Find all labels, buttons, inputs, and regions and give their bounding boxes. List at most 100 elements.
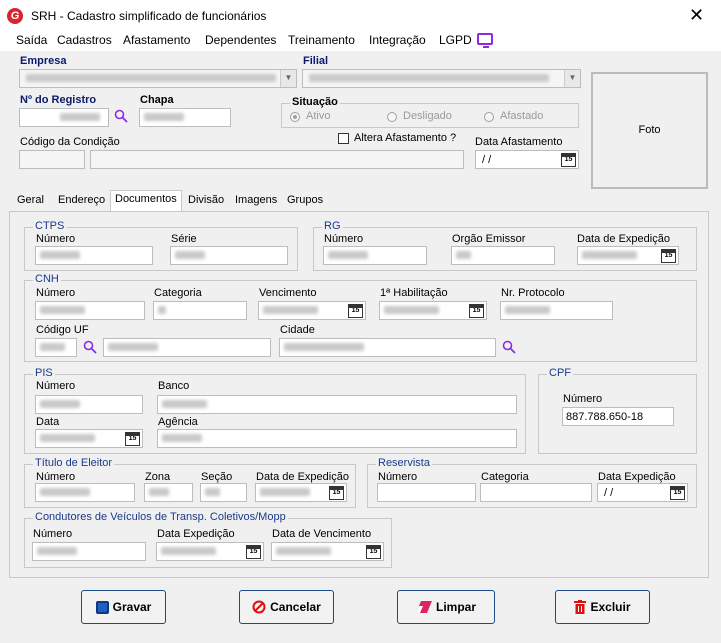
cancelar-button[interactable]: Cancelar	[239, 590, 334, 624]
titulo-numero-input[interactable]	[35, 483, 135, 502]
condutores-data-exp-input[interactable]: 15	[156, 542, 264, 561]
limpar-button[interactable]: Limpar	[397, 590, 495, 624]
calendar-icon[interactable]: 15	[125, 432, 140, 446]
close-icon[interactable]: ✕	[689, 5, 704, 25]
pis-banco-input[interactable]	[157, 395, 517, 414]
filial-combo[interactable]: ▼	[302, 69, 581, 88]
condutores-data-venc-label: Data de Vencimento	[272, 528, 372, 540]
menu-integracao[interactable]: Integração	[369, 33, 426, 47]
codigo-condicao-input[interactable]	[19, 150, 85, 169]
situacao-desligado-label: Desligado	[403, 110, 452, 122]
tab-imagens[interactable]: Imagens	[231, 192, 281, 211]
reservista-numero-input[interactable]	[377, 483, 476, 502]
rg-orgao-label: Orgão Emissor	[452, 233, 526, 245]
cnh-cidade-label: Cidade	[280, 324, 315, 336]
tab-grupos[interactable]: Grupos	[283, 192, 327, 211]
photo-box[interactable]: Foto	[591, 72, 708, 189]
menu-afastamento[interactable]: Afastamento	[123, 33, 190, 47]
tab-documentos[interactable]: Documentos	[110, 190, 182, 212]
titulo-zona-input[interactable]	[144, 483, 193, 502]
menu-cadastros[interactable]: Cadastros	[57, 33, 112, 47]
calendar-icon[interactable]: 15	[329, 486, 344, 500]
altera-afastamento-checkbox[interactable]	[338, 133, 349, 144]
trash-icon	[574, 600, 587, 614]
cnh-title: CNH	[33, 273, 61, 285]
pis-numero-input[interactable]	[35, 395, 143, 414]
calendar-icon[interactable]: 15	[366, 545, 381, 559]
calendar-icon[interactable]: 15	[670, 486, 685, 500]
search-icon[interactable]	[83, 340, 97, 354]
empresa-combo[interactable]: ▼	[19, 69, 297, 88]
reservista-data-value: / /	[604, 487, 614, 499]
search-icon[interactable]	[502, 340, 516, 354]
excluir-button-label: Excluir	[590, 600, 631, 614]
cnh-categoria-input[interactable]	[153, 301, 247, 320]
cnh-codigo-uf-input[interactable]	[35, 338, 77, 357]
filial-label: Filial	[303, 55, 329, 67]
data-afastamento-input[interactable]: / / 15	[475, 150, 579, 169]
ctps-numero-input[interactable]	[35, 246, 153, 265]
cnh-vencimento-label: Vencimento	[259, 287, 317, 299]
tab-divisao[interactable]: Divisão	[184, 192, 228, 211]
menu-treinamento[interactable]: Treinamento	[288, 33, 355, 47]
rg-data-label: Data de Expedição	[577, 233, 670, 245]
rg-numero-label: Número	[324, 233, 364, 245]
cnh-numero-label: Número	[36, 287, 76, 299]
search-icon[interactable]	[114, 109, 128, 123]
titulo-secao-input[interactable]	[200, 483, 247, 502]
titulo-data-input[interactable]: 15	[255, 483, 347, 502]
reservista-data-input[interactable]: / / 15	[597, 483, 688, 502]
window-title: SRH - Cadastro simplificado de funcionár…	[31, 9, 267, 23]
calendar-icon[interactable]: 15	[348, 304, 363, 318]
pis-data-input[interactable]: 15	[35, 429, 143, 448]
cnh-vencimento-input[interactable]: 15	[258, 301, 366, 320]
situacao-ativo-radio[interactable]	[290, 112, 300, 122]
data-afastamento-label: Data Afastamento	[475, 136, 563, 148]
cnh-numero-input[interactable]	[35, 301, 145, 320]
tab-geral[interactable]: Geral	[13, 192, 48, 211]
rg-orgao-input[interactable]	[451, 246, 555, 265]
chevron-down-icon: ▼	[280, 70, 296, 87]
chapa-input[interactable]	[139, 108, 231, 127]
cpf-numero-label: Número	[563, 393, 603, 405]
rg-title: RG	[322, 220, 343, 232]
monitor-icon[interactable]	[477, 33, 493, 48]
titulo-numero-label: Número	[36, 471, 76, 483]
cnh-protocolo-label: Nr. Protocolo	[501, 287, 565, 299]
reservista-numero-label: Número	[378, 471, 418, 483]
ctps-title: CTPS	[33, 220, 67, 232]
rg-numero-input[interactable]	[323, 246, 427, 265]
cnh-cidade-input[interactable]	[279, 338, 496, 357]
situacao-desligado-radio[interactable]	[387, 112, 397, 122]
excluir-button[interactable]: Excluir	[555, 590, 650, 624]
titulo-data-label: Data de Expedição	[256, 471, 349, 483]
condutores-title: Condutores de Veículos de Transp. Coleti…	[33, 511, 288, 523]
menu-dependentes[interactable]: Dependentes	[205, 33, 276, 47]
calendar-icon[interactable]: 15	[561, 153, 576, 167]
condutores-numero-input[interactable]	[32, 542, 146, 561]
cpf-numero-value: 887.788.650-18	[566, 411, 644, 423]
gravar-button[interactable]: Gravar	[81, 590, 166, 624]
calendar-icon[interactable]: 15	[469, 304, 484, 318]
tab-endereco[interactable]: Endereço	[54, 192, 109, 211]
calendar-icon[interactable]: 15	[246, 545, 261, 559]
calendar-icon[interactable]: 15	[661, 249, 676, 263]
cpf-numero-input[interactable]: 887.788.650-18	[562, 407, 674, 426]
ctps-serie-input[interactable]	[170, 246, 288, 265]
limpar-button-label: Limpar	[435, 600, 476, 614]
menu-saida[interactable]: Saída	[16, 33, 47, 47]
condutores-data-venc-input[interactable]: 15	[271, 542, 384, 561]
reservista-categoria-input[interactable]	[480, 483, 592, 502]
rg-data-input[interactable]: 15	[577, 246, 679, 265]
cnh-habilitacao-input[interactable]: 15	[379, 301, 487, 320]
registro-input[interactable]	[19, 108, 109, 127]
app-logo-icon: G	[7, 8, 23, 24]
chevron-down-icon: ▼	[564, 70, 580, 87]
situacao-afastado-radio[interactable]	[484, 112, 494, 122]
pis-agencia-input[interactable]	[157, 429, 517, 448]
menu-lgpd[interactable]: LGPD	[439, 33, 472, 47]
cnh-protocolo-input[interactable]	[500, 301, 613, 320]
reservista-title: Reservista	[376, 457, 432, 469]
situacao-ativo-label: Ativo	[306, 110, 331, 122]
photo-label: Foto	[638, 124, 661, 136]
